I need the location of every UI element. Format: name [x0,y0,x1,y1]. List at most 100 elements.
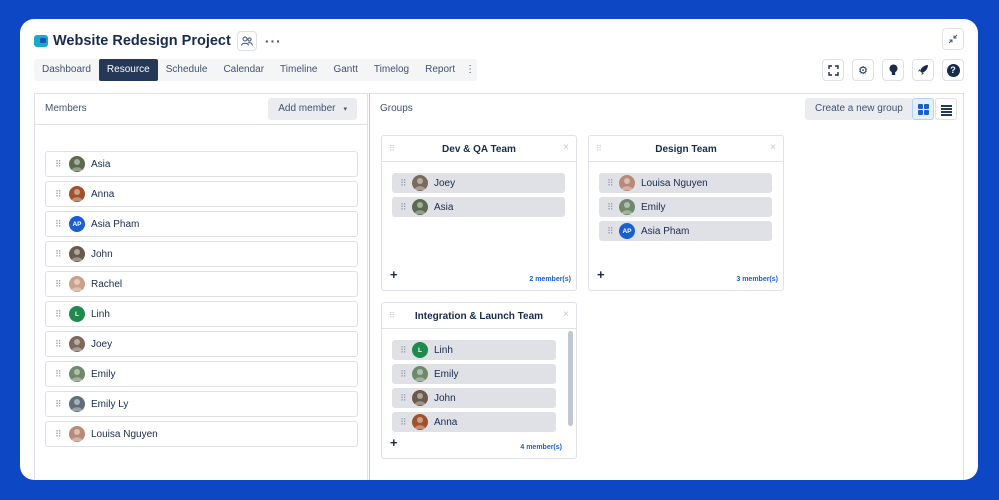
member-row[interactable]: ⠿ L Linh [45,301,358,327]
group-member-chip[interactable]: ⠿ John [392,388,556,408]
drag-handle-icon[interactable]: ⠿ [55,399,65,409]
drag-handle-icon[interactable]: ⠿ [400,178,410,188]
group-title: Design Team [655,144,717,155]
group-member-chip[interactable]: ⠿ Emily [599,197,772,217]
help-glyph: ? [946,63,960,77]
group-member-chip[interactable]: ⠿ Anna [392,412,556,432]
close-icon[interactable]: × [770,142,776,153]
avatar-photo [69,396,85,412]
help-icon[interactable]: ? [942,59,964,81]
member-name: Linh [434,344,453,356]
member-row[interactable]: ⠿ Emily Ly [45,391,358,417]
add-to-group-button[interactable]: + [390,267,398,282]
drag-handle-icon[interactable]: ⠿ [400,202,410,212]
member-name: Joey [434,177,456,189]
group-member-chip[interactable]: ⠿ Asia [392,197,565,217]
group-member-chip[interactable]: ⠿ Emily [392,364,556,384]
group-title: Dev & QA Team [442,144,516,155]
group-card: ⠿ Integration & Launch Team × ⠿ L Linh ⠿ Emily ⠿… [381,302,577,459]
member-name: Anna [91,188,115,200]
people-icon[interactable] [236,31,257,51]
gear-icon[interactable]: ⚙ [852,59,874,81]
group-member-chip[interactable]: ⠿ L Linh [392,340,556,360]
member-row[interactable]: ⠿ Asia [45,151,358,177]
tabs-more-icon[interactable]: ⋮ [463,59,477,81]
more-options-icon[interactable]: ··· [265,33,282,49]
groups-header: Groups Create a new group [370,94,963,125]
add-to-group-button[interactable]: + [597,267,605,282]
list-view-icon[interactable] [935,98,957,120]
board-view-icon[interactable] [912,98,934,120]
members-panel: Members Add member ▾ ⠿ Asia ⠿ Anna ⠿ AP Asia Ph… [34,93,368,480]
avatar-photo [69,246,85,262]
group-member-chip[interactable]: ⠿ AP Asia Pham [599,221,772,241]
avatar: AP [69,216,85,232]
drag-handle-icon[interactable]: ⠿ [55,309,65,319]
drag-handle-icon[interactable]: ⠿ [400,345,410,355]
group-member-chip[interactable]: ⠿ Joey [392,173,565,193]
drag-handle-icon[interactable]: ⠿ [607,226,617,236]
tab-calendar[interactable]: Calendar [215,59,272,81]
add-to-group-button[interactable]: + [390,435,398,450]
project-icon [34,35,48,47]
group-member-chip[interactable]: ⠿ Louisa Nguyen [599,173,772,193]
tab-report[interactable]: Report [417,59,463,81]
drag-handle-icon[interactable]: ⠿ [607,178,617,188]
member-row[interactable]: ⠿ Joey [45,331,358,357]
drag-handle-icon[interactable]: ⠿ [55,189,65,199]
tab-schedule[interactable]: Schedule [158,59,216,81]
add-member-label: Add member [278,103,336,114]
tab-resource[interactable]: Resource [98,59,158,81]
member-name: Anna [434,416,458,428]
member-row[interactable]: ⠿ Emily [45,361,358,387]
lightbulb-icon[interactable] [882,59,904,81]
avatar-photo [412,366,428,382]
toolbar: ⚙ ? [822,59,964,81]
close-icon[interactable]: × [563,309,569,320]
drag-handle-icon[interactable]: ⠿ [400,369,410,379]
avatar-photo [412,175,428,191]
create-group-button[interactable]: Create a new group [805,98,913,120]
drag-handle-icon[interactable]: ⠿ [55,369,65,379]
avatar-photo [619,199,635,215]
drag-handle-icon[interactable]: ⠿ [400,393,410,403]
member-name: Rachel [91,278,123,290]
member-name: Asia [91,158,111,170]
group-header: ⠿ Design Team × [589,136,783,162]
drag-handle-icon[interactable]: ⠿ [55,159,65,169]
tab-timelog[interactable]: Timelog [366,59,417,81]
member-name: Louisa Nguyen [641,177,708,189]
drag-handle-icon[interactable]: ⠿ [607,202,617,212]
scrollbar[interactable] [568,331,573,426]
tab-gantt[interactable]: Gantt [325,59,365,81]
collapse-icon[interactable] [942,28,964,50]
member-name: Joey [91,338,113,350]
members-header: Members Add member ▾ [35,94,367,125]
avatar-photo [69,186,85,202]
drag-handle-icon[interactable]: ⠿ [55,429,65,439]
drag-handle-icon[interactable]: ⠿ [55,339,65,349]
member-row[interactable]: ⠿ Rachel [45,271,358,297]
drag-handle-icon[interactable]: ⠿ [55,219,65,229]
member-row[interactable]: ⠿ Anna [45,181,358,207]
tab-timeline[interactable]: Timeline [272,59,325,81]
add-member-button[interactable]: Add member ▾ [268,98,357,120]
member-name: Emily Ly [91,398,129,410]
avatar-photo [69,336,85,352]
groups-panel: Groups Create a new group ⠿ Dev & QA Team… [370,93,964,480]
drag-handle-icon[interactable]: ⠿ [55,279,65,289]
member-count: 3 member(s) [736,276,778,283]
close-icon[interactable]: × [563,142,569,153]
member-row[interactable]: ⠿ John [45,241,358,267]
avatar-photo [69,156,85,172]
member-row[interactable]: ⠿ AP Asia Pham [45,211,358,237]
drag-handle-icon[interactable]: ⠿ [55,249,65,259]
member-row[interactable]: ⠿ Louisa Nguyen [45,421,358,447]
member-count: 2 member(s) [529,276,571,283]
fullscreen-icon[interactable] [822,59,844,81]
drag-handle-icon[interactable]: ⠿ [400,417,410,427]
member-name: Emily [641,201,666,213]
tab-dashboard[interactable]: Dashboard [34,59,99,81]
title-bar: Website Redesign Project ··· [34,29,282,53]
rocket-icon[interactable] [912,59,934,81]
